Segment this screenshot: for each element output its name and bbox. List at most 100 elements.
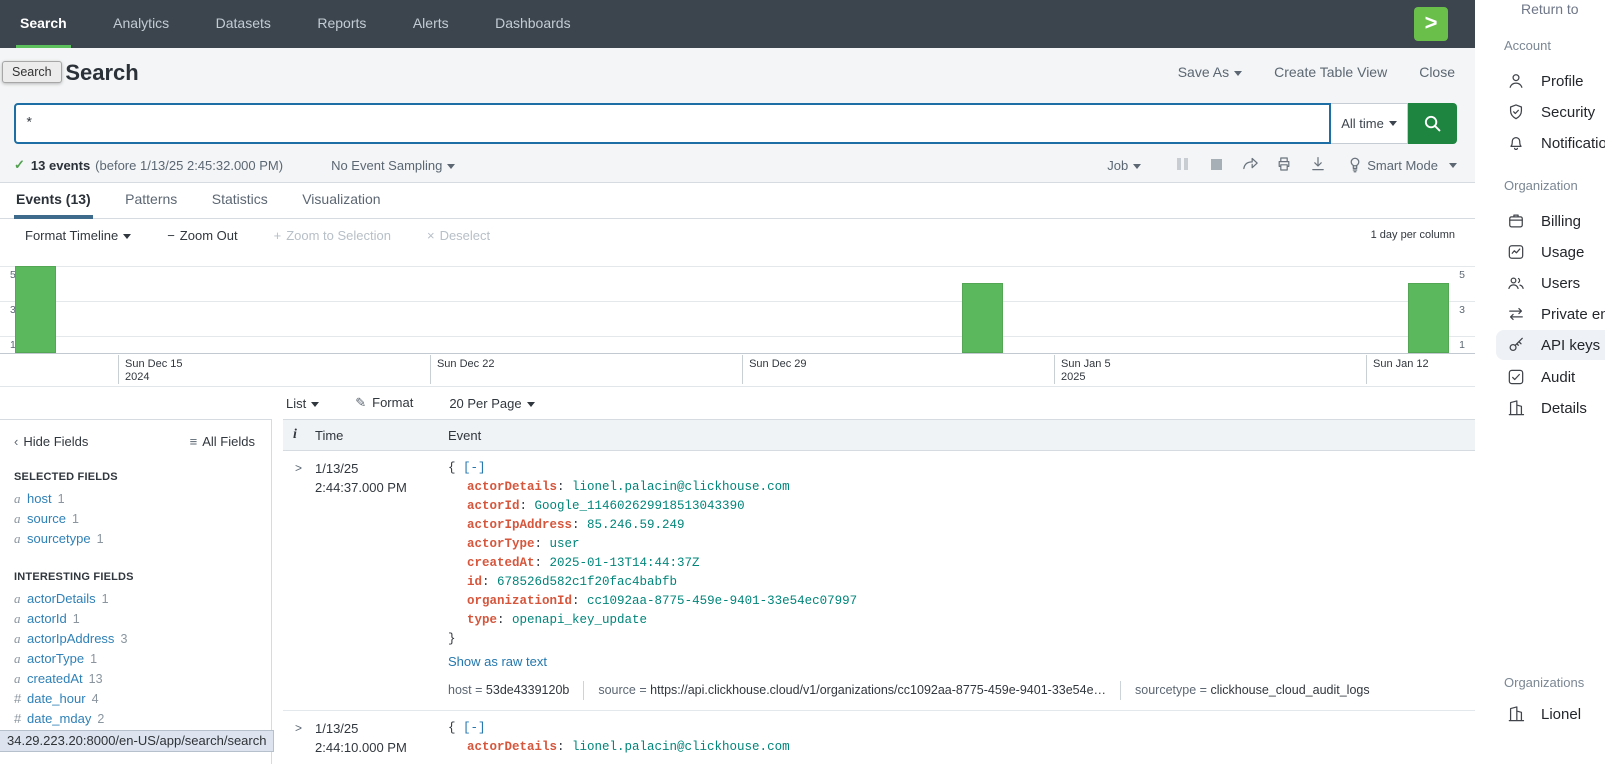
json-value[interactable]: 85.246.59.249 bbox=[587, 518, 685, 532]
field-item-actorType[interactable]: aactorType1 bbox=[0, 649, 271, 669]
nav-item-dashboards[interactable]: Dashboards bbox=[491, 0, 575, 48]
json-value[interactable]: lionel.palacin@clickhouse.com bbox=[572, 740, 790, 754]
field-type-prefix: a bbox=[14, 491, 27, 507]
json-value[interactable]: openapi_key_update bbox=[512, 613, 647, 627]
json-key[interactable]: organizationId bbox=[467, 594, 572, 608]
json-value[interactable]: Google_114602629918513043390 bbox=[535, 499, 745, 513]
timeline-bar[interactable] bbox=[962, 283, 1003, 353]
expand-event-button[interactable]: > bbox=[283, 459, 315, 700]
json-collapse-toggle[interactable]: [-] bbox=[463, 461, 486, 475]
field-name: actorId bbox=[27, 611, 67, 626]
menu-item-audit[interactable]: Audit bbox=[1504, 362, 1585, 392]
print-icon bbox=[1276, 156, 1292, 172]
json-key[interactable]: type bbox=[467, 613, 497, 627]
field-name: actorDetails bbox=[27, 591, 96, 606]
plus-icon: + bbox=[274, 228, 282, 243]
menu-item-usage[interactable]: Usage bbox=[1504, 237, 1594, 267]
show-raw-text-link[interactable]: Show as raw text bbox=[448, 652, 1475, 671]
stop-job-button[interactable] bbox=[1199, 158, 1233, 173]
nav-item-datasets[interactable]: Datasets bbox=[212, 0, 275, 48]
create-table-view-button[interactable]: Create Table View bbox=[1274, 64, 1387, 80]
save-as-button[interactable]: Save As bbox=[1178, 64, 1242, 80]
timeline-plot[interactable]: 5 3 1 5 3 1 bbox=[0, 262, 1475, 354]
hide-fields-button[interactable]: ‹Hide Fields bbox=[14, 434, 88, 449]
json-value[interactable]: user bbox=[550, 537, 580, 551]
menu-item-users[interactable]: Users bbox=[1504, 268, 1590, 298]
menu-item-private-endpoints[interactable]: Private endpoints bbox=[1504, 299, 1605, 329]
menu-item-details[interactable]: Details bbox=[1504, 393, 1597, 423]
json-key[interactable]: actorIpAddress bbox=[467, 518, 572, 532]
field-item-createdAt[interactable]: acreatedAt13 bbox=[0, 669, 271, 689]
field-item-sourcetype[interactable]: asourcetype1 bbox=[0, 529, 271, 549]
menu-item-api-keys[interactable]: API keys bbox=[1496, 330, 1605, 360]
meta-source[interactable]: source = https://api.clickhouse.cloud/v1… bbox=[583, 681, 1120, 700]
splunk-logo-icon[interactable]: > bbox=[1414, 7, 1448, 41]
time-range-picker[interactable]: All time bbox=[1331, 103, 1408, 144]
json-collapse-toggle[interactable]: [-] bbox=[463, 721, 486, 735]
menu-item-notifications[interactable]: Notifications bbox=[1504, 128, 1605, 158]
event-sampling-menu[interactable]: No Event Sampling bbox=[331, 158, 455, 173]
json-value[interactable]: 678526d582c1f20fac4babfb bbox=[497, 575, 677, 589]
job-menu[interactable]: Job bbox=[1107, 158, 1141, 173]
tab-visualization[interactable]: Visualization bbox=[300, 183, 382, 219]
tab-patterns[interactable]: Patterns bbox=[123, 183, 179, 219]
field-item-actorDetails[interactable]: aactorDetails1 bbox=[0, 589, 271, 609]
meta-sourcetype[interactable]: sourcetype = clickhouse_cloud_audit_logs bbox=[1120, 681, 1384, 700]
close-button[interactable]: Close bbox=[1419, 64, 1455, 80]
gridline-5 bbox=[0, 266, 1475, 267]
deselect-button[interactable]: ×Deselect bbox=[427, 228, 490, 243]
field-item-actorIpAddress[interactable]: aactorIpAddress3 bbox=[0, 629, 271, 649]
nav-item-analytics[interactable]: Analytics bbox=[109, 0, 173, 48]
nav-item-search[interactable]: Search bbox=[16, 1, 71, 49]
pause-job-button[interactable] bbox=[1165, 158, 1199, 173]
zoom-out-button[interactable]: −Zoom Out bbox=[167, 228, 237, 243]
menu-item-organization-lionel[interactable]: Lionel bbox=[1504, 699, 1591, 729]
menu-item-profile[interactable]: Profile bbox=[1504, 66, 1594, 96]
search-button[interactable] bbox=[1408, 103, 1457, 144]
menu-item-billing[interactable]: Billing bbox=[1504, 206, 1591, 236]
job-menu-label: Job bbox=[1107, 158, 1128, 173]
field-item-source[interactable]: asource1 bbox=[0, 509, 271, 529]
meta-host[interactable]: host = 53de4339120b bbox=[448, 681, 583, 700]
print-button[interactable] bbox=[1267, 156, 1301, 175]
search-input-wrap bbox=[14, 103, 1331, 144]
tab-events[interactable]: Events (13) bbox=[14, 183, 93, 219]
field-item-date_hour[interactable]: #date_hour4 bbox=[0, 689, 271, 709]
time-column-header[interactable]: Time bbox=[315, 428, 448, 443]
all-fields-button[interactable]: ≡All Fields bbox=[190, 434, 255, 449]
json-key[interactable]: actorType bbox=[467, 537, 535, 551]
json-value[interactable]: cc1092aa-8775-459e-9401-33e54ec07997 bbox=[587, 594, 857, 608]
search-input[interactable] bbox=[25, 116, 1329, 132]
field-type-prefix: a bbox=[14, 631, 27, 647]
return-to-link[interactable]: Return to bbox=[1521, 1, 1579, 17]
share-job-button[interactable] bbox=[1233, 156, 1267, 174]
field-item-actorId[interactable]: aactorId1 bbox=[0, 609, 271, 629]
json-value[interactable]: 2025-01-13T14:44:37Z bbox=[550, 556, 700, 570]
json-key[interactable]: actorDetails bbox=[467, 480, 557, 494]
event-row: > 1/13/25 2:44:37.000 PM { [-] actorDeta… bbox=[283, 451, 1475, 711]
usage-chart-icon bbox=[1506, 242, 1526, 262]
search-mode-menu[interactable]: Smart Mode bbox=[1349, 157, 1457, 173]
per-page-menu[interactable]: 20 Per Page bbox=[449, 396, 534, 411]
field-item-host[interactable]: ahost1 bbox=[0, 489, 271, 509]
json-key[interactable]: createdAt bbox=[467, 556, 535, 570]
meta-value: clickhouse_cloud_audit_logs bbox=[1210, 683, 1369, 697]
format-timeline-menu[interactable]: Format Timeline bbox=[25, 228, 131, 243]
format-results-button[interactable]: ✎Format bbox=[355, 395, 413, 411]
expand-event-button[interactable]: > bbox=[283, 719, 315, 757]
timeline-bar[interactable] bbox=[15, 266, 56, 354]
json-value[interactable]: lionel.palacin@clickhouse.com bbox=[572, 480, 790, 494]
menu-item-security[interactable]: Security bbox=[1504, 97, 1605, 127]
list-view-menu[interactable]: List bbox=[286, 396, 319, 411]
timeline-bar[interactable] bbox=[1408, 283, 1449, 353]
nav-item-alerts[interactable]: Alerts bbox=[409, 0, 453, 48]
field-item-date_mday[interactable]: #date_mday2 bbox=[0, 709, 271, 729]
zoom-to-selection-button[interactable]: +Zoom to Selection bbox=[274, 228, 391, 243]
json-key[interactable]: id bbox=[467, 575, 482, 589]
tab-statistics[interactable]: Statistics bbox=[210, 183, 270, 219]
nav-item-reports[interactable]: Reports bbox=[313, 0, 370, 48]
json-key[interactable]: actorDetails bbox=[467, 740, 557, 754]
json-key[interactable]: actorId bbox=[467, 499, 520, 513]
field-name: actorType bbox=[27, 651, 84, 666]
export-button[interactable] bbox=[1301, 156, 1335, 175]
